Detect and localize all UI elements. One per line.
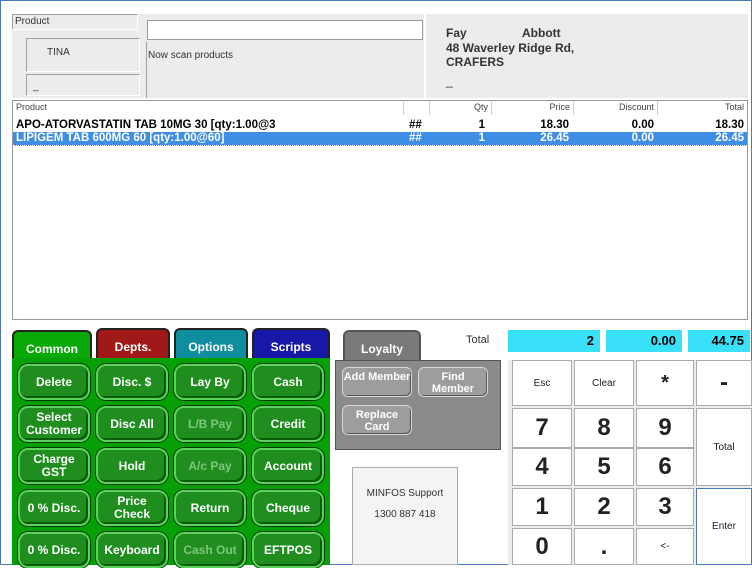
- user-name: TINA: [47, 47, 70, 58]
- status-message: Now scan products: [148, 50, 234, 61]
- disc-dollar-button[interactable]: Disc. $: [96, 364, 168, 400]
- row-product: LIPIGEM TAB 600MG 60 [qty:1.00@60]: [16, 132, 225, 144]
- decimal-key[interactable]: .: [574, 528, 634, 565]
- backspace-key[interactable]: <-: [636, 528, 694, 565]
- key-5[interactable]: 5: [574, 448, 634, 486]
- tab-scripts[interactable]: Scripts: [252, 328, 330, 358]
- charge-gst-button[interactable]: Charge GST: [18, 448, 90, 484]
- row-price: 18.30: [540, 119, 569, 131]
- replace-card-button[interactable]: Replace Card: [342, 405, 412, 435]
- tab-depts[interactable]: Depts.: [96, 328, 170, 358]
- sale-items-grid[interactable]: Product Qty Price Discount Total APO-ATO…: [12, 100, 748, 320]
- price-check-button[interactable]: Price Check: [96, 490, 168, 526]
- row-qty: 1: [478, 119, 485, 131]
- keyboard-button[interactable]: Keyboard: [96, 532, 168, 568]
- delete-button[interactable]: Delete: [18, 364, 90, 400]
- product-entry-panel: Product TINA _ Now scan products: [12, 14, 424, 98]
- key-1[interactable]: 1: [512, 488, 572, 526]
- loyalty-panel: Add Member Find Member Replace Card: [335, 360, 501, 450]
- support-phone: 1300 887 418: [374, 509, 436, 520]
- esc-key[interactable]: Esc: [512, 360, 572, 406]
- row-flag: ##: [409, 132, 422, 144]
- key-2[interactable]: 2: [574, 488, 634, 526]
- add-member-button[interactable]: Add Member: [342, 367, 412, 397]
- row-total: 26.45: [715, 132, 744, 144]
- support-info: MINFOS Support 1300 887 418: [352, 467, 458, 565]
- cash-out-button[interactable]: Cash Out: [174, 532, 246, 568]
- row-qty: 1: [478, 132, 485, 144]
- tab-options[interactable]: Options: [174, 328, 248, 358]
- cheque-button[interactable]: Cheque: [252, 490, 324, 526]
- user-box: TINA: [26, 38, 140, 72]
- total-key[interactable]: Total: [696, 408, 752, 486]
- keypad: Esc Clear * - 7 8 9 Total 4 5 6 1 2 3 En…: [508, 360, 752, 565]
- cash-button[interactable]: Cash: [252, 364, 324, 400]
- row-flag: ##: [409, 119, 422, 131]
- find-member-button[interactable]: Find Member: [418, 367, 488, 397]
- enter-key[interactable]: Enter: [696, 488, 752, 565]
- row-discount: 0.00: [631, 132, 654, 144]
- disc-all-button[interactable]: Disc All: [96, 406, 168, 442]
- row-total: 18.30: [715, 119, 744, 131]
- item-count: 2: [508, 330, 600, 352]
- lb-pay-button[interactable]: L/B Pay: [174, 406, 246, 442]
- customer-last-name: Abbott: [522, 26, 561, 40]
- tab-loyalty[interactable]: Loyalty: [343, 330, 421, 360]
- product-label-box: Product: [12, 14, 138, 30]
- product-label: Product: [15, 16, 50, 27]
- key-9[interactable]: 9: [636, 408, 694, 448]
- common-buttons-panel: Delete Disc. $ Lay By Cash Select Custom…: [12, 358, 330, 568]
- key-7[interactable]: 7: [512, 408, 572, 448]
- key-8[interactable]: 8: [574, 408, 634, 448]
- multiply-key[interactable]: *: [636, 360, 694, 406]
- total-discount: 0.00: [606, 330, 682, 352]
- support-name: MINFOS Support: [366, 488, 444, 499]
- col-header-price[interactable]: Price: [492, 101, 574, 115]
- customer-panel: Fay Abbott 48 Waverley Ridge Rd, CRAFERS…: [426, 14, 748, 98]
- key-0[interactable]: 0: [512, 528, 572, 565]
- hold-button[interactable]: Hold: [96, 448, 168, 484]
- row-discount: 0.00: [631, 119, 654, 131]
- product-input[interactable]: [147, 20, 423, 40]
- select-customer-button[interactable]: Select Customer: [18, 406, 90, 442]
- total-label: Total: [466, 334, 490, 346]
- aux-field: _: [26, 74, 140, 96]
- key-3[interactable]: 3: [636, 488, 694, 526]
- customer-first-name: Fay: [446, 26, 467, 40]
- key-4[interactable]: 4: [512, 448, 572, 486]
- row-product: APO-ATORVASTATIN TAB 10MG 30 [qty:1.00@3: [16, 119, 276, 131]
- col-header-discount[interactable]: Discount: [574, 101, 658, 115]
- minus-key[interactable]: -: [696, 360, 752, 406]
- percent-disc-button[interactable]: 0 % Disc.: [18, 490, 90, 526]
- account-button[interactable]: Account: [252, 448, 324, 484]
- total-amount: 44.75: [688, 330, 750, 352]
- divider: [146, 42, 147, 98]
- customer-address: 48 Waverley Ridge Rd,: [446, 41, 575, 55]
- lay-by-button[interactable]: Lay By: [174, 364, 246, 400]
- clear-key[interactable]: Clear: [574, 360, 634, 406]
- credit-button[interactable]: Credit: [252, 406, 324, 442]
- col-header-qty[interactable]: Qty: [430, 101, 492, 115]
- ac-pay-button[interactable]: A/c Pay: [174, 448, 246, 484]
- key-6[interactable]: 6: [636, 448, 694, 486]
- col-header-flag[interactable]: [404, 101, 430, 115]
- return-button[interactable]: Return: [174, 490, 246, 526]
- percent-disc-button-2[interactable]: 0 % Disc.: [18, 532, 90, 568]
- table-row-selected[interactable]: LIPIGEM TAB 600MG 60 [qty:1.00@60] ## 1 …: [13, 132, 747, 146]
- table-row[interactable]: APO-ATORVASTATIN TAB 10MG 30 [qty:1.00@3…: [13, 119, 747, 132]
- row-price: 26.45: [540, 132, 569, 144]
- customer-suburb: CRAFERS: [446, 55, 505, 69]
- col-header-total[interactable]: Total: [658, 101, 747, 115]
- eftpos-button[interactable]: EFTPOS: [252, 532, 324, 568]
- col-header-product[interactable]: Product: [13, 101, 404, 115]
